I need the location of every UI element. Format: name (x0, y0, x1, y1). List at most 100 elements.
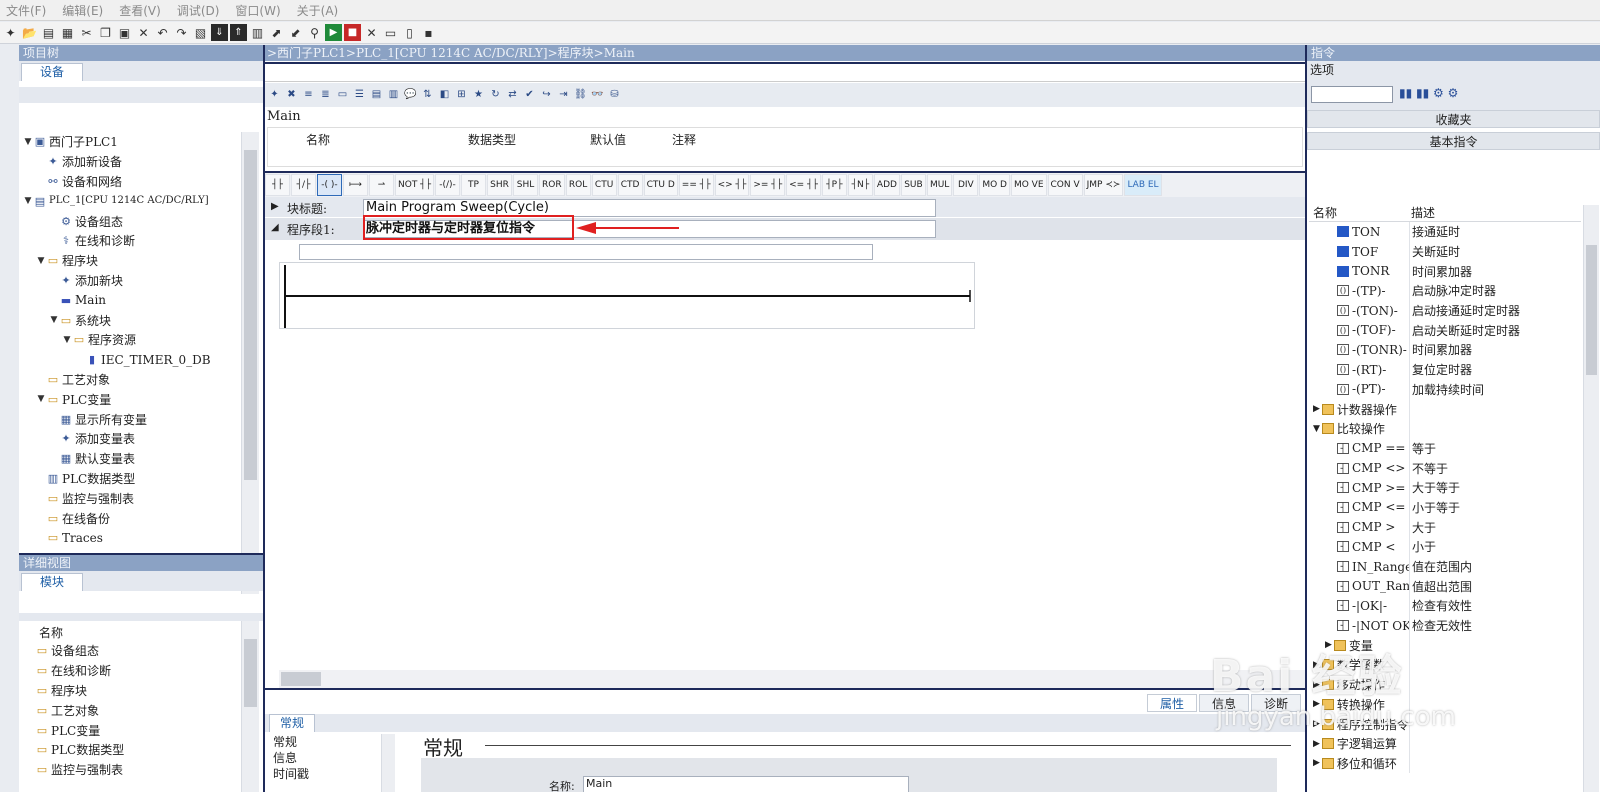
tree-node[interactable]: ▦ 显示所有变量 (19, 409, 243, 429)
lad-button-16[interactable]: <> ┤├ (714, 174, 750, 196)
tree-node[interactable]: ▬ Main (19, 290, 243, 310)
expand-arrow-icon[interactable]: ▼ (23, 137, 33, 147)
tree-node[interactable]: ▼ ▣ 西门子PLC1 (19, 132, 243, 152)
lad-button-9[interactable]: SHL (513, 174, 539, 196)
lad-button-26[interactable]: MO VE (1010, 174, 1047, 196)
lad-button-23[interactable]: MUL (926, 174, 953, 196)
lad-button-13[interactable]: CTD (617, 174, 643, 196)
instruction-row[interactable]: ┤ CMP < 小于 (1309, 537, 1581, 557)
instruction-row[interactable]: () -(TOF)- 启动关断延时定时器 (1309, 320, 1581, 341)
instruction-row[interactable]: ▶ 转换操作 (1309, 694, 1581, 715)
expand-arrow-icon[interactable]: ▶ (1325, 640, 1332, 650)
instruction-row[interactable]: ▶ 字逻辑运算 (1309, 733, 1581, 754)
start-cpu-icon[interactable]: ▶ (325, 24, 342, 41)
expand-arrow-icon[interactable]: ▶ (1313, 739, 1320, 749)
nav-info[interactable]: 信息 (273, 750, 393, 766)
instruction-row[interactable]: TOF 关断延时 (1309, 241, 1581, 262)
cut-icon[interactable]: ✂ (78, 24, 95, 41)
tree-scrollbar[interactable] (241, 132, 259, 594)
tree-node[interactable]: ▼ ▭ 程序块 (19, 251, 243, 271)
window-icon[interactable]: ▪ (420, 24, 437, 41)
lad-button-1[interactable]: ┤/├ (291, 174, 316, 196)
instruction-row[interactable]: () -(TON)- 启动接通延时定时器 (1309, 300, 1581, 321)
insert-network-icon[interactable]: ✦ (267, 87, 282, 104)
detail-item[interactable]: ▭ 设备组态 (35, 641, 235, 661)
editor-horizontal-scrollbar[interactable] (279, 670, 1305, 688)
compile-icon[interactable]: ▧ (192, 24, 209, 41)
split-vertical-icon[interactable]: ▯ (401, 24, 418, 41)
goto-icon[interactable]: ⇥ (556, 87, 571, 104)
tree-node[interactable]: ▦ 默认变量表 (19, 449, 243, 469)
open-project-icon[interactable]: 📂 (21, 24, 38, 41)
menu-item-2[interactable]: 查看(V) (119, 2, 161, 19)
bookmark-icon[interactable]: ★ (471, 87, 486, 104)
detail-item[interactable]: ▭ 在线和诊断 (35, 661, 235, 681)
lad-button-2[interactable]: -( )- (317, 174, 342, 196)
expand-arrow-icon[interactable]: ▶ (1313, 660, 1320, 670)
instruction-row[interactable]: ┤ CMP <= 小于等于 (1309, 497, 1581, 518)
detail-item[interactable]: ▭ PLC数据类型 (35, 740, 235, 760)
tree-node[interactable]: ▭ 在线备份 (19, 508, 243, 528)
tab-general[interactable]: 常规 (269, 714, 316, 732)
instruction-search-input[interactable] (1311, 86, 1393, 103)
tree-node[interactable]: ▼ ▭ 程序资源 (19, 330, 243, 350)
detail-item[interactable]: ▭ 程序块 (35, 681, 235, 701)
menu-item-1[interactable]: 编辑(E) (62, 2, 103, 19)
block-title-expand-icon[interactable]: ▶ (271, 201, 279, 212)
instructions-scrollbar[interactable] (1583, 205, 1599, 792)
tree-scroll-thumb[interactable] (244, 150, 257, 480)
redo-icon[interactable]: ↷ (173, 24, 190, 41)
detail-scroll-thumb[interactable] (244, 639, 257, 707)
basic-instructions-header[interactable]: 基本指令 (1307, 132, 1600, 150)
detail-item[interactable]: ▭ 监控与强制表 (35, 760, 235, 780)
instruction-row[interactable]: ┤OUT_Range值超出范围 (1309, 576, 1581, 597)
lad-button-11[interactable]: ROL (565, 174, 591, 196)
expand-arrow-icon[interactable]: ▶ (1313, 404, 1320, 414)
add-row-icon[interactable]: ≣ (318, 87, 333, 104)
tab-diagnostics[interactable]: 诊断 (1250, 694, 1301, 712)
tree-node[interactable]: ✦ 添加新块 (19, 271, 243, 291)
instruction-row[interactable]: () -(PT)- 加载持续时间 (1309, 379, 1581, 400)
lad-button-28[interactable]: JMP ≺≻ (1083, 174, 1124, 196)
expand-arrow-icon[interactable]: ▼ (23, 196, 33, 206)
stop-cpu-icon[interactable]: ■ (344, 24, 361, 41)
refresh-icon[interactable]: ↻ (488, 87, 503, 104)
tree-node[interactable]: ⚙ 设备组态 (19, 211, 243, 231)
instruction-row[interactable]: ▶ 程序控制指令 (1309, 714, 1581, 734)
lad-button-5[interactable]: NOT ┤├ (395, 174, 435, 196)
expand-arrow-icon[interactable]: ▼ (36, 394, 46, 404)
expand-icon[interactable]: ▤ (369, 87, 384, 104)
tree-node[interactable]: ▭ 监控与强制表 (19, 488, 243, 508)
new-project-icon[interactable]: ✦ (2, 24, 19, 41)
ladder-network[interactable] (279, 262, 975, 329)
show-comments-icon[interactable]: ▭ (335, 87, 350, 104)
insert-row-icon[interactable]: ≡ (301, 87, 316, 104)
tree-node[interactable]: ✦ 添加新设备 (19, 152, 243, 172)
lad-button-18[interactable]: <= ┤├ (786, 174, 821, 196)
lad-button-8[interactable]: SHR (487, 174, 513, 196)
name-field[interactable]: Main (583, 776, 909, 792)
instruction-row[interactable]: ┤ CMP > 大于 (1309, 517, 1581, 537)
tree-node[interactable]: ⚕ 在线和诊断 (19, 231, 243, 251)
menu-item-5[interactable]: 关于(A) (297, 2, 339, 19)
download-icon[interactable]: ⇓ (211, 24, 228, 41)
glasses-icon[interactable]: 👓 (590, 87, 605, 104)
nav-general[interactable]: 常规 (273, 734, 393, 750)
instruction-row[interactable]: ▶ 数学函数 (1309, 655, 1581, 675)
lad-button-27[interactable]: CON V (1047, 174, 1083, 196)
instruction-row[interactable]: TONR 时间累加器 (1309, 261, 1581, 282)
detail-item[interactable]: ▭ PLC变量 (35, 720, 235, 740)
copy-icon[interactable]: ❐ (97, 24, 114, 41)
link-icon[interactable]: ⛓ (573, 87, 588, 104)
lad-button-7[interactable]: TP (461, 174, 487, 196)
split-horizontal-icon[interactable]: ▭ (382, 24, 399, 41)
lad-button-25[interactable]: MO D (979, 174, 1010, 196)
lad-button-17[interactable]: >= ┤├ (750, 174, 786, 196)
tree-node[interactable]: ▭ Traces (19, 528, 243, 548)
tree-node[interactable]: ▼ ▭ PLC变量 (19, 389, 243, 409)
lad-button-4[interactable]: ⇀ (369, 174, 394, 196)
comment-icon[interactable]: 💬 (403, 87, 418, 104)
network-comment-field[interactable] (299, 244, 873, 260)
instructions-scroll-thumb[interactable] (1586, 245, 1597, 375)
upload-icon[interactable]: ⇑ (230, 24, 247, 41)
